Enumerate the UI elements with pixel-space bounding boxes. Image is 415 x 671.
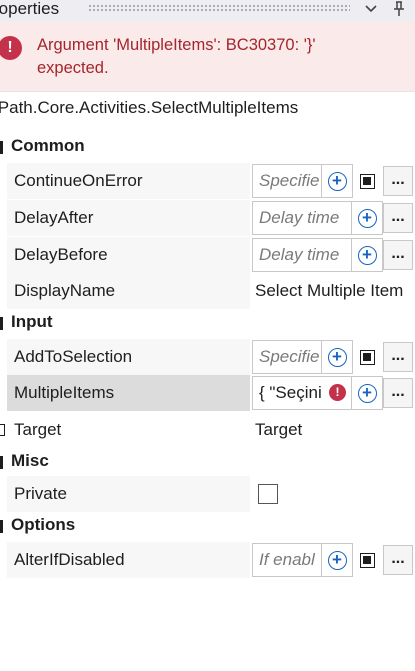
private-checkbox[interactable] [258,484,278,504]
prop-row-private[interactable]: Private [7,476,415,512]
square-icon [359,173,375,189]
section-marker [0,520,3,533]
panel-title: roperties [0,0,60,18]
section-label: Input [11,312,53,331]
section-marker [0,456,3,469]
ellipsis-button[interactable]: ... [383,378,413,408]
add-variable-button[interactable]: + [321,340,353,374]
prop-value: { "Seçini ! + ... [252,375,415,411]
plus-icon: + [357,208,377,228]
section-label: Misc [11,451,49,470]
prop-name: DisplayName [7,273,250,309]
plus-icon: + [327,171,347,191]
error-message: Argument 'MultipleItems': BC30370: '}' e… [37,36,316,77]
checkbox-toggle-button[interactable] [354,543,380,577]
checkbox-toggle-button[interactable] [354,164,380,198]
prop-name: Target [7,412,250,448]
plus-icon: + [327,550,347,570]
prop-row-continueonerror[interactable]: ContinueOnError Specifie + ... [7,163,415,199]
ellipsis-button[interactable]: ... [383,240,413,270]
continueonerror-input[interactable]: Specifie [252,164,322,198]
prop-name: DelayAfter [7,200,250,236]
plus-icon: + [357,245,377,265]
section-marker [0,141,3,154]
add-variable-button[interactable]: + [321,543,353,577]
divider [0,91,415,92]
prop-value: Select Multiple Item [252,273,415,309]
properties-titlebar: roperties [0,0,415,22]
prop-row-displayname[interactable]: DisplayName Select Multiple Item [7,273,415,309]
checkbox-toggle-button[interactable] [354,340,380,374]
prop-value [252,476,415,512]
error-banner: ! Argument 'MultipleItems': BC30370: '}'… [0,22,415,91]
target-value: Target [255,420,303,439]
plus-icon: + [357,383,377,403]
section-input[interactable]: Input [0,309,415,337]
prop-name: Private [7,476,250,512]
displayname-input[interactable]: Select Multiple Item [255,273,403,309]
prop-value: Specifie + ... [252,339,415,375]
add-variable-button[interactable]: + [351,376,383,410]
pin-icon[interactable] [389,0,409,18]
drag-grip[interactable] [88,4,350,13]
prop-value: If enabl + ... [252,542,415,578]
prop-row-multipleitems[interactable]: MultipleItems { "Seçini ! + ... [7,375,415,411]
prop-row-alterifdisabled[interactable]: AlterIfDisabled If enabl + ... [7,542,415,578]
prop-value: Delay time + ... [252,200,415,236]
section-marker [0,317,3,330]
delayafter-input[interactable]: Delay time [252,201,352,235]
alterifdisabled-input[interactable]: If enabl [252,543,322,577]
prop-name: ContinueOnError [7,163,250,199]
prop-value: Target [252,412,415,448]
activity-type-name: iPath.Core.Activities.SelectMultipleItem… [0,98,299,117]
prop-name: AddToSelection [7,339,250,375]
section-label: Options [11,515,76,534]
addtoselection-input[interactable]: Specifie [252,340,322,374]
square-icon [359,552,375,568]
prop-row-addtoselection[interactable]: AddToSelection Specifie + ... [7,339,415,375]
section-label: Common [11,136,85,155]
ellipsis-button[interactable]: ... [383,545,413,575]
delaybefore-input[interactable]: Delay time [252,238,352,272]
ellipsis-button[interactable]: ... [383,166,413,196]
error-icon: ! [0,36,22,60]
section-options[interactable]: Options [0,512,415,540]
add-variable-button[interactable]: + [321,164,353,198]
chevron-down-icon[interactable] [361,0,381,18]
prop-value: Specifie + ... [252,163,415,199]
ellipsis-button[interactable]: ... [383,203,413,233]
plus-icon: + [327,347,347,367]
ellipsis-button[interactable]: ... [383,342,413,372]
prop-name: DelayBefore [7,237,250,273]
prop-row-target[interactable]: Target Target [0,412,415,448]
add-variable-button[interactable]: + [351,201,383,235]
square-icon [359,349,375,365]
add-variable-button[interactable]: + [351,238,383,272]
prop-row-delaybefore[interactable]: DelayBefore Delay time + ... [7,237,415,273]
error-icon: ! [329,384,346,401]
prop-value: Delay time + ... [252,237,415,273]
section-common[interactable]: Common [0,133,415,161]
expand-marker[interactable] [0,424,5,436]
section-misc[interactable]: Misc [0,448,415,476]
prop-row-delayafter[interactable]: DelayAfter Delay time + ... [7,200,415,236]
prop-name: AlterIfDisabled [7,542,250,578]
prop-name: MultipleItems [7,375,250,411]
